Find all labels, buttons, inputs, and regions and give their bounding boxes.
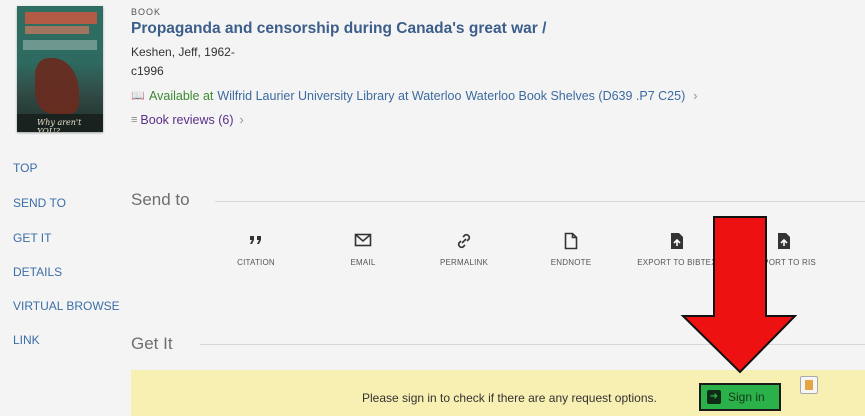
record-author: Keshen, Jeff, 1962-: [131, 45, 235, 59]
send-permalink-button[interactable]: PERMALINK: [424, 232, 504, 267]
nav-item-virtual-browse[interactable]: VIRTUAL BROWSE: [13, 299, 120, 313]
record-title[interactable]: Propaganda and censorship during Canada'…: [131, 20, 546, 38]
chevron-right-icon: ›: [693, 89, 698, 103]
send-permalink-label: PERMALINK: [439, 258, 489, 267]
cover-subtitle-block: [25, 26, 89, 34]
document-icon: [531, 232, 611, 252]
sign-in-label: Sign in: [728, 390, 765, 404]
nav-item-details[interactable]: DETAILS: [13, 265, 62, 279]
send-citation-label: CITATION: [237, 258, 275, 267]
sign-in-icon: ➜: [707, 390, 721, 404]
book-cover-thumbnail[interactable]: Why aren't YOU?: [17, 6, 103, 132]
send-to-heading: Send to: [131, 190, 190, 209]
send-citation-button[interactable]: CITATION: [216, 232, 296, 267]
sign-in-message: Please sign in to check if there are any…: [362, 391, 657, 405]
cover-band: [23, 40, 97, 50]
book-reviews-label: Book reviews (6): [140, 113, 234, 127]
quote-icon: [216, 232, 296, 252]
send-endnote-label: ENDNOTE: [550, 258, 592, 267]
link-icon: [424, 232, 504, 252]
book-reviews-link[interactable]: ≡ Book reviews (6) ›: [131, 113, 244, 127]
resource-type-label: BOOK: [131, 7, 162, 17]
cover-title-block: [25, 12, 97, 24]
envelope-icon: [323, 232, 403, 252]
get-it-heading: Get It: [131, 334, 173, 353]
cover-caption: Why aren't YOU?: [37, 118, 82, 132]
nav-item-send-to[interactable]: SEND TO: [13, 196, 66, 210]
book-open-icon: 📖: [131, 90, 145, 102]
send-endnote-button[interactable]: ENDNOTE: [531, 232, 611, 267]
cover-footer: Why aren't YOU?: [17, 114, 103, 132]
availability-line[interactable]: 📖 Available at Wilfrid Laurier Universit…: [131, 89, 697, 103]
send-email-button[interactable]: EMAIL: [323, 232, 403, 267]
nav-item-link[interactable]: LINK: [13, 333, 40, 347]
availability-status: Available at: [149, 89, 214, 103]
record-date: c1996: [131, 64, 164, 78]
availability-shelf: Waterloo Book Shelves (D639 .P7 C25): [465, 89, 686, 103]
nav-item-top[interactable]: TOP: [13, 161, 37, 175]
send-to-divider: [215, 201, 865, 202]
red-arrow-annotation: [680, 216, 797, 374]
chevron-right-icon: ›: [239, 113, 244, 127]
clipboard-icon[interactable]: [800, 376, 818, 394]
send-email-label: EMAIL: [350, 258, 376, 267]
availability-library: Wilfrid Laurier University Library at Wa…: [217, 89, 462, 103]
sign-in-button[interactable]: ➜ Sign in: [699, 383, 781, 411]
cover-soldier-figure: [35, 58, 79, 114]
list-lines-icon: ≡: [131, 114, 138, 126]
nav-item-get-it[interactable]: GET IT: [13, 231, 51, 245]
